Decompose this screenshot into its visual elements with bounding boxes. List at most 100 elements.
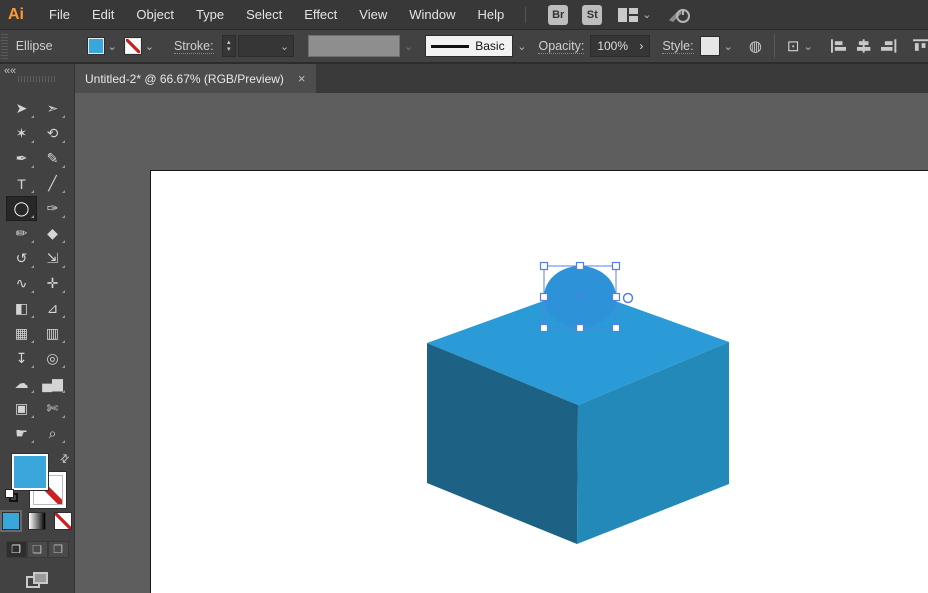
stock-button[interactable]: St	[582, 5, 602, 25]
transform-icon[interactable]: ⊡	[787, 37, 800, 55]
chevron-down-icon[interactable]: ⌄	[108, 40, 117, 53]
chevron-down-icon[interactable]: ⌄	[803, 40, 812, 53]
handle-top-center[interactable]	[577, 263, 584, 270]
ellipse-tool[interactable]: ◯	[6, 196, 37, 221]
line-segment-tool[interactable]: ╱	[37, 171, 68, 196]
eraser-tool[interactable]: ◆	[37, 221, 68, 246]
menu-window[interactable]: Window	[398, 0, 466, 29]
zoom-tool[interactable]: ⌕	[37, 421, 68, 446]
opacity-field[interactable]: 100% ›	[590, 35, 650, 57]
handle-middle-left[interactable]	[541, 294, 548, 301]
type-tool[interactable]: T	[6, 171, 37, 196]
shape-builder-tool[interactable]: ◧	[6, 296, 37, 321]
draw-normal-button[interactable]: ❐	[6, 541, 27, 558]
opacity-value[interactable]: 100%	[597, 39, 628, 53]
slice-tool[interactable]: ✄	[37, 396, 68, 421]
brush-definition-dropdown[interactable]: Basic ⌄	[425, 35, 526, 57]
chevron-down-icon[interactable]: ⌄	[145, 40, 154, 53]
color-button[interactable]	[3, 513, 19, 529]
rotate-tool[interactable]: ↺	[6, 246, 37, 271]
stepper-down-icon[interactable]: ▾	[227, 46, 231, 53]
brush-preview[interactable]: Basic	[425, 35, 513, 57]
menu-help[interactable]: Help	[466, 0, 515, 29]
menu-select[interactable]: Select	[235, 0, 293, 29]
menu-file[interactable]: File	[38, 0, 81, 29]
chevron-down-icon[interactable]: ⌄	[724, 40, 733, 53]
handle-top-left[interactable]	[541, 263, 548, 270]
bridge-button[interactable]: Br	[548, 5, 568, 25]
chevron-down-icon[interactable]: ⌄	[517, 40, 526, 53]
close-tab-icon[interactable]: ×	[298, 71, 306, 86]
blend-tool[interactable]: ◎	[37, 346, 68, 371]
align-left-icon[interactable]	[831, 39, 846, 53]
document-tab[interactable]: Untitled-2* @ 66.67% (RGB/Preview) ×	[75, 64, 316, 93]
draw-behind-button[interactable]: ❏	[27, 541, 48, 558]
shaper-tool[interactable]: ✏	[6, 221, 37, 246]
handle-middle-right[interactable]	[613, 294, 620, 301]
mesh-tool[interactable]: ▦	[6, 321, 37, 346]
document-tab-title[interactable]: Untitled-2* @ 66.67% (RGB/Preview)	[85, 72, 284, 86]
menu-object[interactable]: Object	[125, 0, 185, 29]
transform-menu-button[interactable]: ⊡ ⌄	[787, 37, 813, 55]
stroke-width-stepper[interactable]: ▴ ▾	[222, 35, 236, 57]
style-swatch[interactable]	[700, 36, 720, 56]
none-button[interactable]	[55, 513, 71, 529]
selected-ellipse-shape[interactable]	[544, 266, 616, 328]
eyedropper-tool[interactable]: ↧	[6, 346, 37, 371]
align-right-icon[interactable]	[881, 39, 896, 53]
magic-wand-tool[interactable]: ✶	[6, 121, 37, 146]
menu-type[interactable]: Type	[185, 0, 235, 29]
fill-color-dropdown[interactable]: ⌄	[88, 38, 117, 54]
menu-view[interactable]: View	[348, 0, 398, 29]
default-fill-stroke-icon[interactable]	[5, 489, 18, 502]
stroke-panel-link[interactable]: Stroke:	[174, 39, 214, 54]
symbol-sprayer-tool[interactable]: ☁	[6, 371, 37, 396]
style-dropdown[interactable]: ⌄	[700, 36, 733, 56]
fill-color-swatch[interactable]	[88, 38, 104, 54]
curvature-tool[interactable]: ✎	[37, 146, 68, 171]
align-center-icon[interactable]	[856, 39, 871, 53]
stepper-up-icon[interactable]: ▴	[227, 39, 231, 46]
handle-bottom-right[interactable]	[613, 325, 620, 332]
align-top-icon[interactable]	[913, 39, 928, 53]
handle-bottom-center[interactable]	[577, 325, 584, 332]
paintbrush-tool[interactable]: ✑	[37, 196, 68, 221]
draw-inside-button[interactable]: ❒	[48, 541, 69, 558]
chevron-down-icon[interactable]: ⌄	[280, 40, 289, 53]
menu-edit[interactable]: Edit	[81, 0, 125, 29]
controlbar-grip[interactable]	[1, 33, 8, 59]
lasso-tool[interactable]: ⟲	[37, 121, 68, 146]
stroke-width-dropdown[interactable]: ⌄	[238, 35, 294, 57]
hand-tool[interactable]: ☛	[6, 421, 37, 446]
swap-fill-stroke-icon[interactable]: ⇄	[57, 451, 73, 467]
width-tool[interactable]: ∿	[6, 271, 37, 296]
column-graph-tool[interactable]: ▄▆	[37, 371, 68, 396]
opacity-link[interactable]: Opacity:	[538, 39, 584, 54]
perspective-grid-tool[interactable]: ⊿	[37, 296, 68, 321]
collapse-panel-button-2[interactable]: «	[10, 65, 16, 77]
artboard-tool[interactable]: ▣	[6, 396, 37, 421]
canvas-area[interactable]	[75, 93, 928, 593]
artboard[interactable]	[150, 170, 928, 593]
scale-tool[interactable]: ⇲	[37, 246, 68, 271]
stroke-color-swatch[interactable]	[125, 38, 141, 54]
style-link[interactable]: Style:	[662, 39, 693, 54]
handle-bottom-left[interactable]	[541, 325, 548, 332]
puppet-warp-tool[interactable]: ✛	[37, 271, 68, 296]
selection-tool[interactable]: ➤	[6, 96, 37, 121]
panel-grip[interactable]	[18, 76, 56, 82]
opacity-popout-icon[interactable]: ›	[639, 39, 643, 53]
direct-selection-tool[interactable]: ➣	[37, 96, 68, 121]
menu-effect[interactable]: Effect	[293, 0, 348, 29]
gradient-button[interactable]	[29, 513, 45, 529]
stroke-color-dropdown[interactable]: ⌄	[125, 38, 154, 54]
fill-color-indicator[interactable]	[12, 454, 48, 490]
gradient-tool[interactable]: ▥	[37, 321, 68, 346]
workspace-switcher-button[interactable]: ⌄	[618, 8, 651, 22]
handle-top-right[interactable]	[613, 263, 620, 270]
gpu-performance-button[interactable]	[667, 6, 691, 24]
screen-mode-button[interactable]	[26, 572, 48, 593]
recolor-artwork-icon[interactable]: ◍	[749, 37, 762, 55]
live-shape-widget[interactable]	[624, 294, 633, 303]
pen-tool[interactable]: ✒	[6, 146, 37, 171]
